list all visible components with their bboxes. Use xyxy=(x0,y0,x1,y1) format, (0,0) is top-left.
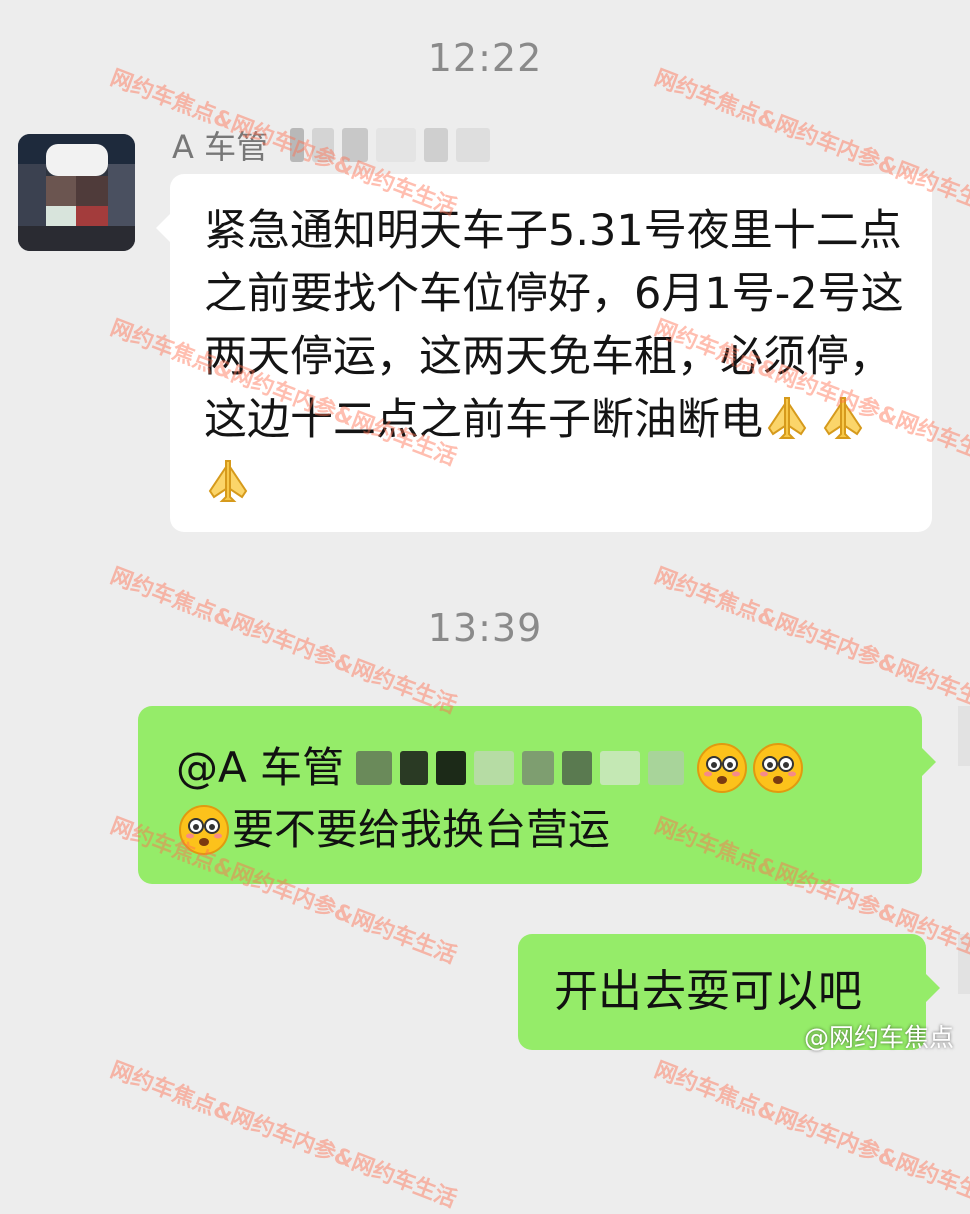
source-watermark: @网约车焦点 xyxy=(804,1018,954,1054)
incoming-message-bubble[interactable]: 紧急通知明天车子5.31号夜里十二点之前要找个车位停好，6月1号-2号这两天停运… xyxy=(156,174,932,532)
outgoing-message-2-text: 开出去耍可以吧 xyxy=(554,966,862,1017)
bubble-tail xyxy=(156,214,170,242)
sender-name-text: A 车管 xyxy=(172,128,269,166)
sender-name: A 车管 xyxy=(172,120,500,170)
outgoing-message-bubble-1[interactable]: @A 车管 要不要给我换台营运 xyxy=(138,706,936,884)
outgoing-message-1-text: 要不要给我换台营运 xyxy=(232,805,611,854)
mention-text: @A 车管 xyxy=(176,743,345,792)
watermark: 网约车焦点&网约车内参&网约车生活 xyxy=(650,1057,970,1213)
pray-hands-icon xyxy=(208,460,248,502)
timestamp-1: 12:22 xyxy=(427,36,543,80)
outgoing-message-1-line-1: @A 车管 xyxy=(176,738,806,798)
pray-hands-icon xyxy=(767,397,807,439)
incoming-message-text: 紧急通知明天车子5.31号夜里十二点之前要找个车位停好，6月1号-2号这两天停运… xyxy=(204,200,904,515)
flushed-face-icon xyxy=(697,743,748,793)
redacted-name-mosaic xyxy=(290,128,491,162)
timestamp-2: 13:39 xyxy=(427,606,543,650)
flushed-face-icon xyxy=(179,805,229,855)
clipped-avatar-edge xyxy=(958,934,970,994)
flushed-face-icon xyxy=(753,743,804,793)
bubble-tail xyxy=(922,748,936,776)
source-watermark-text: @网约车焦点 xyxy=(803,1023,954,1052)
outgoing-message-1-line-2: 要不要给我换台营运 xyxy=(176,800,610,860)
watermark: 网约车焦点&网约车内参&网约车生活 xyxy=(106,1057,460,1213)
pray-hands-icon xyxy=(823,397,863,439)
bubble-tail xyxy=(926,974,940,1002)
sender-avatar[interactable] xyxy=(18,134,135,251)
redacted-mention-mosaic xyxy=(356,751,685,785)
clipped-avatar-edge xyxy=(958,706,970,766)
